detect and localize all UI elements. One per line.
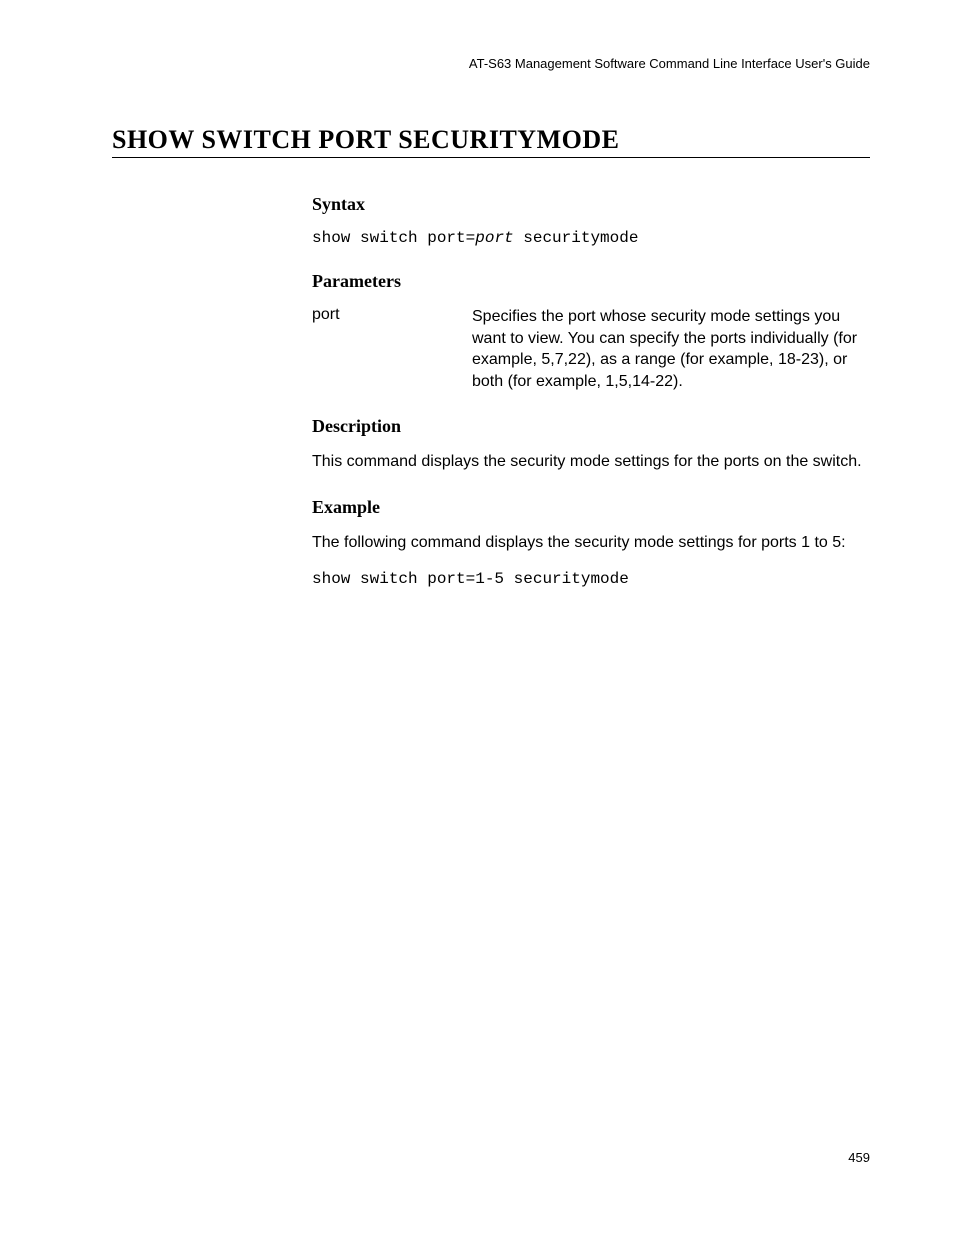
example-code: show switch port=1-5 securitymode [312,570,870,588]
page-container: AT-S63 Management Software Command Line … [0,0,954,1235]
page-number: 459 [848,1150,870,1165]
parameter-description: Specifies the port whose security mode s… [472,306,870,392]
page-title: SHOW SWITCH PORT SECURITYMODE [112,125,870,158]
parameters-heading: Parameters [312,271,870,292]
description-heading: Description [312,416,870,437]
syntax-command: show switch port=port securitymode [312,229,870,247]
syntax-heading: Syntax [312,194,870,215]
example-intro: The following command displays the secur… [312,532,870,554]
content-area: Syntax show switch port=port securitymod… [312,194,870,588]
example-heading: Example [312,497,870,518]
syntax-italic-param: port [475,229,513,247]
parameter-name: port [312,306,472,392]
parameter-row: port Specifies the port whose security m… [312,306,870,392]
description-text: This command displays the security mode … [312,451,870,473]
syntax-prefix: show switch port= [312,229,475,247]
running-header: AT-S63 Management Software Command Line … [112,56,870,71]
syntax-suffix: securitymode [514,229,639,247]
